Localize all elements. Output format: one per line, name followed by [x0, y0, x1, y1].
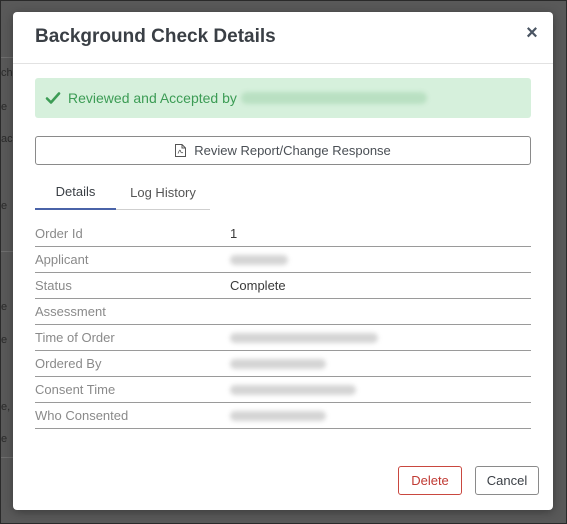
- cancel-button[interactable]: Cancel: [475, 466, 539, 495]
- delete-button[interactable]: Delete: [398, 466, 462, 495]
- redacted-time-of-order: [230, 333, 378, 343]
- detail-row-order-id: Order Id 1: [35, 221, 531, 247]
- detail-row-time-of-order: Time of Order: [35, 325, 531, 351]
- detail-label: Order Id: [35, 226, 83, 241]
- pdf-file-icon: [175, 144, 187, 157]
- detail-label: Status: [35, 278, 72, 293]
- details-table: Order Id 1 Applicant Status Complete Ass…: [35, 221, 531, 429]
- background-fragment: e: [1, 301, 8, 313]
- background-fragment: e: [1, 433, 8, 445]
- detail-tabs: Details Log History: [35, 174, 210, 210]
- background-fragment: ac: [1, 133, 13, 145]
- redacted-consent-time: [230, 385, 356, 395]
- detail-row-status: Status Complete: [35, 273, 531, 299]
- modal-header: Background Check Details ×: [13, 12, 553, 64]
- background-fragment: e,: [1, 401, 11, 413]
- detail-label: Assessment: [35, 304, 106, 319]
- review-report-button[interactable]: Review Report/Change Response: [35, 136, 531, 165]
- detail-row-ordered-by: Ordered By: [35, 351, 531, 377]
- background-fragment: e: [1, 200, 8, 212]
- background-fragment: e: [1, 101, 8, 113]
- detail-row-who-consented: Who Consented: [35, 403, 531, 429]
- redacted-ordered-by: [230, 359, 326, 369]
- detail-label: Applicant: [35, 252, 89, 267]
- redacted-reviewer-name: [240, 92, 427, 104]
- review-report-label: Review Report/Change Response: [194, 143, 391, 158]
- background-check-modal: Background Check Details × Reviewed and …: [13, 12, 553, 510]
- detail-label: Time of Order: [35, 330, 115, 345]
- redacted-who-consented: [230, 411, 326, 421]
- detail-label: Ordered By: [35, 356, 102, 371]
- detail-label: Consent Time: [35, 382, 116, 397]
- tab-log-history[interactable]: Log History: [116, 174, 210, 210]
- detail-row-assessment: Assessment: [35, 299, 531, 325]
- background-fragment: ch: [1, 67, 13, 79]
- alert-text: Reviewed and Accepted by: [68, 90, 237, 106]
- check-icon: [45, 92, 61, 104]
- review-status-alert: Reviewed and Accepted by: [35, 78, 531, 118]
- close-icon[interactable]: ×: [523, 23, 541, 43]
- detail-value: Complete: [230, 278, 286, 293]
- detail-value: 1: [230, 226, 238, 241]
- redacted-applicant: [230, 255, 288, 265]
- modal-title: Background Check Details: [35, 26, 276, 47]
- tab-details[interactable]: Details: [35, 174, 116, 210]
- detail-row-consent-time: Consent Time: [35, 377, 531, 403]
- background-fragment: e: [1, 334, 8, 346]
- detail-row-applicant: Applicant: [35, 247, 531, 273]
- detail-label: Who Consented: [35, 408, 129, 423]
